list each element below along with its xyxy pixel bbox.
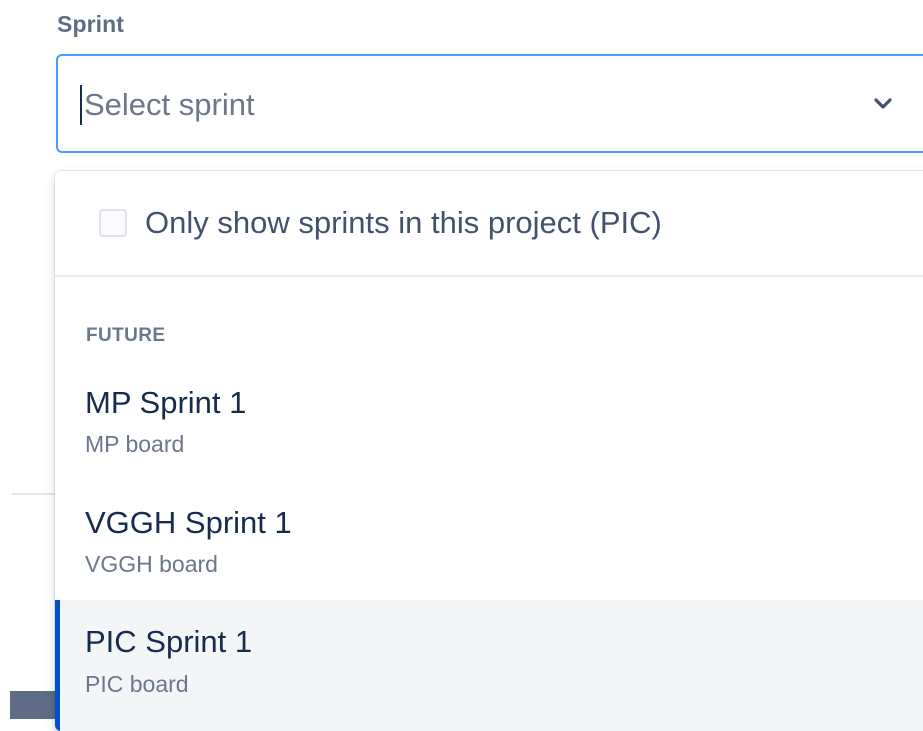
sprint-option-board: MP board (85, 431, 185, 457)
project-filter-row[interactable]: Only show sprints in this project (PIC) (55, 171, 923, 277)
sprint-select-input[interactable]: Select sprint (80, 85, 255, 125)
sprint-field-label: Sprint (57, 11, 125, 37)
group-header-future: FUTURE (86, 325, 166, 346)
sprint-option-board: PIC board (85, 671, 189, 697)
chevron-down-icon[interactable] (872, 94, 894, 114)
sprint-option[interactable]: VGGH Sprint 1 VGGH board (55, 497, 923, 617)
sprint-option-selected[interactable]: PIC Sprint 1 PIC board (55, 600, 923, 731)
sprint-dropdown-menu: Only show sprints in this project (PIC) … (55, 171, 923, 731)
sprint-option-board: VGGH board (85, 551, 218, 577)
sprint-select[interactable]: Select sprint (56, 54, 923, 153)
sprint-option-title: VGGH Sprint 1 (85, 505, 292, 540)
sprint-option[interactable]: MP Sprint 1 MP board (55, 377, 923, 497)
sprint-option-title: PIC Sprint 1 (85, 624, 253, 659)
project-filter-label[interactable]: Only show sprints in this project (PIC) (145, 205, 662, 241)
project-filter-checkbox[interactable] (99, 209, 127, 237)
sprint-option-title: MP Sprint 1 (85, 385, 247, 420)
